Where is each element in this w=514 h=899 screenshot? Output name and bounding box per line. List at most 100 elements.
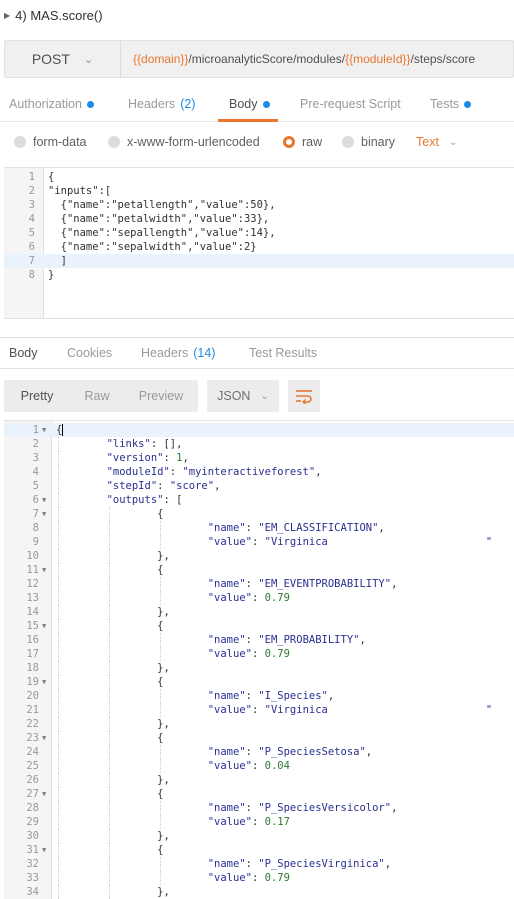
code-text: "name": "EM_EVENTPROBABILITY", [207,578,398,590]
line-number: 2 [28,185,35,197]
response-code-line: 13 "value": 0.79 [4,591,514,605]
fold-arrow-icon[interactable]: ▼ [42,787,46,801]
response-code-line: 26 }, [4,773,514,787]
tab-response-headers[interactable]: Headers (14) [141,338,215,368]
response-code-line: 11 ▼ { [4,563,514,577]
code-text: "name": "EM_CLASSIFICATION", [207,522,385,534]
tab-tests[interactable]: Tests [430,86,472,122]
code-text: "version": 1, [106,452,189,464]
response-body-editor[interactable]: 1 ▼{2 "links": [], 3 "version": 1, 4 "modul… [4,420,514,899]
line-number: 8 [28,269,35,281]
tab-label: Pre-request Script [300,97,401,111]
collapse-caret-icon[interactable]: ▶ [4,11,10,20]
fold-arrow-icon[interactable]: ▼ [42,563,46,577]
tab-response-body[interactable]: Body [9,338,38,368]
view-pretty-button[interactable]: Pretty [4,380,70,412]
line-number: 31 [26,844,39,856]
code-text: {"name":"petallength","value":50}, [48,199,276,211]
fold-arrow-icon[interactable]: ▼ [42,675,46,689]
request-code-line: 4 {"name":"petalwidth","value":33}, [4,212,514,226]
fold-arrow-icon[interactable]: ▼ [42,423,46,437]
response-code-line: 19 ▼ { [4,675,514,689]
line-number: 7 [28,255,35,267]
radio-circle-icon [14,136,26,148]
line-number: 22 [26,718,39,730]
line-number: 30 [26,830,39,842]
line-number: 1 [32,424,39,436]
response-code-line: 18 }, [4,661,514,675]
fold-arrow-icon[interactable]: ▼ [42,619,46,633]
tab-test-results[interactable]: Test Results [249,338,317,368]
line-number: 27 [26,788,39,800]
tab-label: Body [229,97,258,111]
url-path-segment: /steps/score [410,52,476,66]
code-text: {"name":"sepalwidth","value":2} [48,241,257,253]
view-raw-button[interactable]: Raw [70,380,124,412]
tab-label: Authorization [9,97,82,111]
response-code-line: 33 "value": 0.79 [4,871,514,885]
line-number: 14 [26,606,39,618]
tab-headers[interactable]: Headers (2) [128,86,196,122]
code-text: "name": "P_SpeciesVersicolor", [207,802,398,814]
fold-arrow-icon[interactable]: ▼ [42,507,46,521]
response-code-line: 17 "value": 0.79 [4,647,514,661]
tab-authorization[interactable]: Authorization [9,86,94,122]
wrap-lines-button[interactable] [288,380,320,412]
response-code-line: 12 "name": "EM_EVENTPROBABILITY", [4,577,514,591]
radio-form-data[interactable]: form-data [14,128,87,156]
request-code-line: 7 ] [4,254,514,268]
response-code-line: 16 "name": "EM_PROBABILITY", [4,633,514,647]
line-number: 5 [32,480,39,492]
code-text: }, [157,830,170,842]
code-text: "value": 0.79 [207,648,290,660]
line-number: 4 [28,213,35,225]
indicator-dot-icon [464,100,472,108]
url-bar: POST ⌄ {{domain}} /microanalyticScore/mo… [4,40,514,78]
radio-raw[interactable]: raw [283,128,322,156]
tab-pre-request-script[interactable]: Pre-request Script [300,86,401,122]
radio-x-www-form-urlencoded[interactable]: x-www-form-urlencoded [108,128,260,156]
line-number: 13 [26,592,39,604]
request-body-editor[interactable]: 1{2 "inputs":[3 {"name":"petallength","va… [4,167,514,319]
code-text: "value": 0.17 [207,816,290,828]
code-text: "value": "Virginica " [207,704,493,716]
tab-body[interactable]: Body [229,86,270,122]
content-type-select[interactable]: Text ⌄ [416,128,457,156]
request-title-row[interactable]: ▶ 4) MAS.score() [0,0,514,30]
fold-arrow-icon[interactable]: ▼ [42,843,46,857]
response-code-line: 15 ▼ { [4,619,514,633]
line-number: 33 [26,872,39,884]
response-code-line: 34 }, [4,885,514,899]
code-text: "stepId": "score", [106,480,221,492]
line-number: 34 [26,886,39,898]
code-text: "name": "P_SpeciesVirginica", [207,858,392,870]
tab-cookies[interactable]: Cookies [67,338,112,368]
tab-count-badge: (14) [193,346,216,360]
view-preview-button[interactable]: Preview [124,380,198,412]
method-select[interactable]: POST ⌄ [5,41,121,77]
request-code-line: 8} [4,268,514,282]
tab-count-badge: (2) [180,97,196,111]
format-select[interactable]: JSON ⌄ [207,380,279,412]
code-text: ] [48,255,67,267]
code-text: { [157,732,164,744]
fold-arrow-icon[interactable]: ▼ [42,493,46,507]
tab-label: Tests [430,97,460,111]
line-number: 2 [32,438,39,450]
method-label: POST [31,51,70,67]
radio-binary[interactable]: binary [342,128,395,156]
radio-label: form-data [33,135,87,149]
code-text: { [56,424,64,436]
line-number: 18 [26,662,39,674]
chevron-down-icon: ⌄ [260,390,269,402]
code-text: "links": [], [106,438,183,450]
fold-arrow-icon[interactable]: ▼ [42,731,46,745]
response-code-line: 9 "value": "Virginica " [4,535,514,549]
url-input[interactable]: {{domain}} /microanalyticScore/modules/ … [121,41,513,77]
code-text: "name": "I_Species", [207,690,335,702]
code-text: } [48,269,55,281]
request-tabs: Authorization Headers (2) Body Pre-reque… [0,86,514,122]
tab-label: Headers [128,97,176,111]
response-code-line: 4 "moduleId": "myinteractiveforest", [4,465,514,479]
response-code-line: 32 "name": "P_SpeciesVirginica", [4,857,514,871]
